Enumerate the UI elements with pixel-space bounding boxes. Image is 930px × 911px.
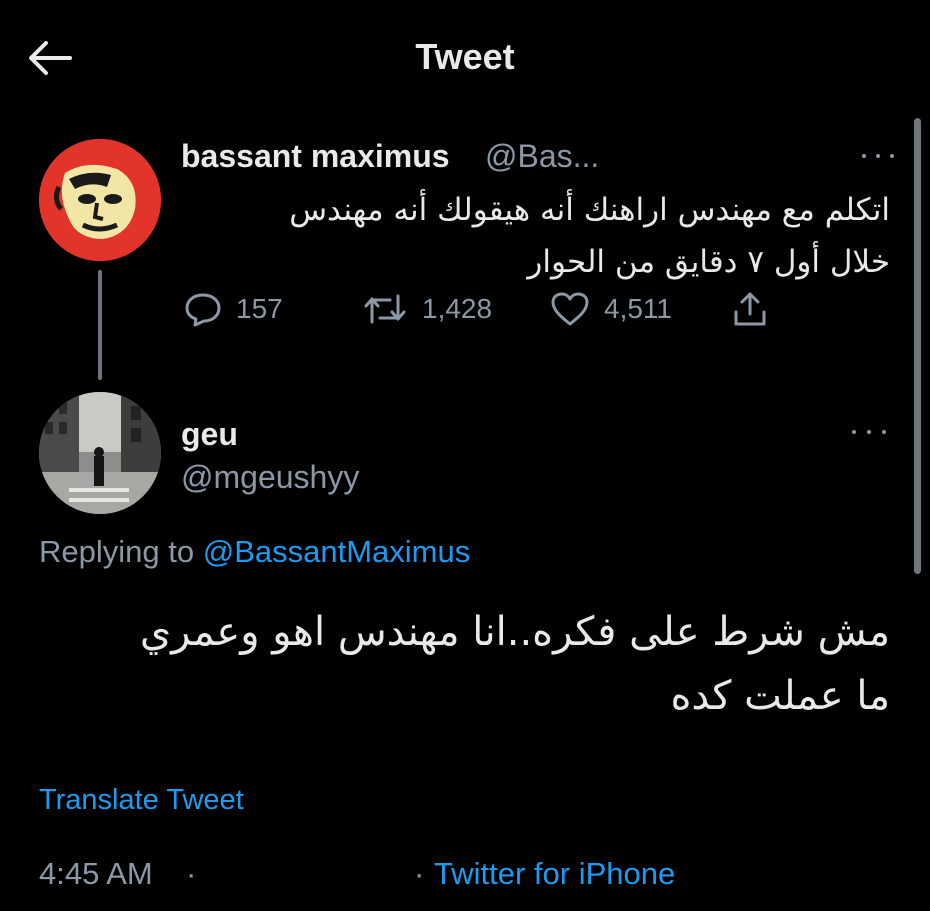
author-name[interactable]: geu: [181, 416, 238, 453]
reply-icon: [185, 293, 221, 327]
meta-separator: ·: [414, 856, 425, 891]
author-handle[interactable]: @Bas...: [485, 138, 599, 175]
page-title: Tweet: [415, 36, 515, 77]
avatar[interactable]: [39, 139, 161, 261]
reply-count: 157: [236, 293, 283, 324]
reply-button[interactable]: 157: [184, 288, 283, 330]
dot-icon: [867, 430, 871, 434]
tweet-text-line: ما عملت كده: [670, 673, 890, 719]
retweet-button[interactable]: 1,428: [362, 288, 492, 330]
dot-icon: [862, 154, 866, 158]
share-icon: [734, 292, 766, 326]
top-bar: Tweet: [0, 0, 930, 110]
avatar-street-photo: [39, 392, 161, 514]
thread-connector-line: [98, 270, 102, 380]
author-handle[interactable]: @mgeushyy: [181, 459, 359, 496]
dot-icon: [852, 430, 856, 434]
share-button[interactable]: [732, 288, 768, 330]
translate-tweet-link[interactable]: Translate Tweet: [39, 784, 244, 817]
meta-separator: ·: [186, 856, 197, 891]
retweet-count: 1,428: [422, 293, 493, 324]
like-button[interactable]: 4,511: [550, 288, 672, 330]
replying-to-link[interactable]: @BassantMaximus: [203, 534, 471, 569]
tweet-text-line: اتكلم مع مهندس اراهنك أنه هيقولك أنه مهن…: [289, 192, 890, 228]
tweet-text-line: مش شرط على فكره..انا مهندس اهو وعمري: [139, 609, 890, 655]
replying-to-label: Replying to: [39, 534, 195, 569]
dot-icon: [890, 154, 894, 158]
avatar[interactable]: [39, 392, 161, 514]
tweet-text: اتكلم مع مهندس اراهنك أنه هيقولك أنه مهن…: [190, 184, 890, 288]
avatar-face-graphic: [39, 139, 161, 261]
more-options-button[interactable]: [852, 424, 886, 440]
tweet-text-line: خلال أول ٧ دقايق من الحوار: [527, 244, 890, 280]
tweet-text: مش شرط على فكره..انا مهندس اهو وعمري ما …: [40, 600, 890, 728]
heart-icon: [551, 292, 589, 326]
dot-icon: [882, 430, 886, 434]
more-options-button[interactable]: [862, 148, 894, 164]
scrollbar[interactable]: [914, 118, 921, 574]
author-name[interactable]: bassant maximus: [181, 138, 450, 175]
tweet-source-link[interactable]: Twitter for iPhone: [434, 856, 675, 892]
like-count: 4,511: [604, 293, 672, 324]
retweet-icon: [364, 294, 406, 324]
dot-icon: [876, 154, 880, 158]
replying-to-line: Replying to @BassantMaximus: [39, 534, 470, 570]
tweet-timestamp[interactable]: 4:45 AM: [39, 856, 153, 892]
